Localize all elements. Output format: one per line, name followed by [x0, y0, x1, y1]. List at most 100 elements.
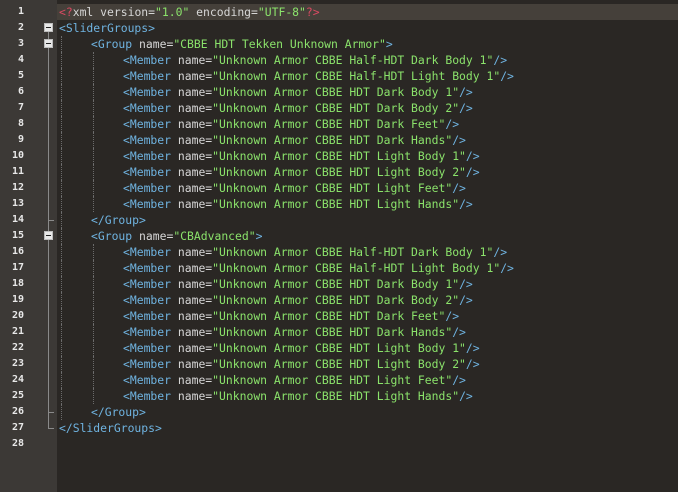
- indent-guide: [93, 116, 94, 132]
- fold-collapse-icon[interactable]: [44, 39, 53, 48]
- code-text: <?xml version="1.0" encoding="UTF-8"?>: [59, 4, 320, 20]
- token-tag: <Member: [123, 165, 178, 179]
- code-line[interactable]: 15 <Group name="CBAdvanced">: [0, 228, 678, 244]
- code-text: <Member name="Unknown Armor CBBE Half-HD…: [123, 244, 507, 260]
- code-text: <Member name="Unknown Armor CBBE HDT Lig…: [123, 196, 473, 212]
- token-val: "UTF-8": [257, 5, 306, 19]
- code-text: <Member name="Unknown Armor CBBE HDT Lig…: [123, 388, 473, 404]
- token-tag: <Member: [123, 69, 178, 83]
- code-line[interactable]: 7 <Member name="Unknown Armor CBBE HDT Da…: [0, 100, 678, 116]
- indent-guide: [93, 276, 94, 292]
- fold-end-marker: [48, 404, 54, 413]
- indent-guide: [61, 340, 62, 356]
- code-line[interactable]: 21 <Member name="Unknown Armor CBBE HDT D…: [0, 324, 678, 340]
- code-line[interactable]: 16 <Member name="Unknown Armor CBBE Half-…: [0, 244, 678, 260]
- token-tag: <Member: [123, 293, 178, 307]
- line-number: 18: [11, 278, 24, 289]
- indent-guide: [93, 260, 94, 276]
- line-number: 25: [11, 390, 24, 401]
- fold-collapse-icon[interactable]: [44, 231, 53, 240]
- token-tag: <Member: [123, 373, 178, 387]
- indent-guide: [61, 388, 62, 404]
- indent-guide: [61, 164, 62, 180]
- code-line[interactable]: 28: [0, 436, 678, 452]
- code-line[interactable]: 5 <Member name="Unknown Armor CBBE Half-H…: [0, 68, 678, 84]
- token-val: "CBBE HDT Tekken Unknown Armor": [173, 37, 386, 51]
- code-editor[interactable]: 1 <?xml version="1.0" encoding="UTF-8"?> 2…: [0, 0, 678, 492]
- code-line[interactable]: 20 <Member name="Unknown Armor CBBE HDT D…: [0, 308, 678, 324]
- token-attr: encoding=: [189, 5, 258, 19]
- indent-guide: [61, 52, 62, 68]
- line-number: 23: [11, 358, 24, 369]
- code-line[interactable]: 14 </Group>: [0, 212, 678, 228]
- code-text: <SliderGroups>: [59, 20, 155, 36]
- code-line[interactable]: 26 </Group>: [0, 404, 678, 420]
- token-val: "Unknown Armor CBBE HDT Light Body 1": [212, 149, 466, 163]
- code-line[interactable]: 3 <Group name="CBBE HDT Tekken Unknown Ar…: [0, 36, 678, 52]
- token-tag: <Member: [123, 357, 178, 371]
- code-line[interactable]: 24 <Member name="Unknown Armor CBBE HDT L…: [0, 372, 678, 388]
- code-line[interactable]: 22 <Member name="Unknown Armor CBBE HDT L…: [0, 340, 678, 356]
- code-text: </SliderGroups>: [59, 420, 162, 436]
- code-line[interactable]: 9 <Member name="Unknown Armor CBBE HDT Da…: [0, 132, 678, 148]
- indent-guide: [61, 68, 62, 84]
- code-line[interactable]: 2 <SliderGroups>: [0, 20, 678, 36]
- code-text: <Member name="Unknown Armor CBBE HDT Dar…: [123, 324, 466, 340]
- code-line[interactable]: 4 <Member name="Unknown Armor CBBE Half-H…: [0, 52, 678, 68]
- code-line[interactable]: 18 <Member name="Unknown Armor CBBE HDT D…: [0, 276, 678, 292]
- code-line[interactable]: 23 <Member name="Unknown Armor CBBE HDT L…: [0, 356, 678, 372]
- indent-guide: [93, 340, 94, 356]
- token-val: "CBAdvanced": [173, 229, 256, 243]
- code-text: <Member name="Unknown Armor CBBE HDT Lig…: [123, 180, 466, 196]
- token-val: "1.0": [155, 5, 190, 19]
- code-line[interactable]: 8 <Member name="Unknown Armor CBBE HDT Da…: [0, 116, 678, 132]
- token-pi: ?>: [305, 5, 320, 19]
- code-line[interactable]: 13 <Member name="Unknown Armor CBBE HDT L…: [0, 196, 678, 212]
- indent-guide: [61, 84, 62, 100]
- line-number: 21: [11, 326, 24, 337]
- token-attr: name=: [177, 197, 213, 211]
- token-attr: name=: [177, 341, 213, 355]
- code-line[interactable]: 17 <Member name="Unknown Armor CBBE Half-…: [0, 260, 678, 276]
- token-tag: />: [459, 101, 473, 115]
- token-val: "Unknown Armor CBBE HDT Light Hands": [212, 197, 460, 211]
- token-attr: name=: [177, 133, 213, 147]
- code-line[interactable]: 25 <Member name="Unknown Armor CBBE HDT L…: [0, 388, 678, 404]
- code-line[interactable]: 6 <Member name="Unknown Armor CBBE HDT Da…: [0, 84, 678, 100]
- code-text: <Member name="Unknown Armor CBBE Half-HD…: [123, 260, 514, 276]
- code-line[interactable]: 1 <?xml version="1.0" encoding="UTF-8"?>: [0, 4, 678, 20]
- token-val: "Unknown Armor CBBE HDT Dark Hands": [212, 133, 453, 147]
- line-number: 27: [11, 422, 24, 433]
- fold-collapse-icon[interactable]: [44, 23, 53, 32]
- token-attr: xml version=: [72, 5, 156, 19]
- token-val: "Unknown Armor CBBE HDT Dark Feet": [212, 117, 446, 131]
- indent-guide: [61, 116, 62, 132]
- token-val: "Unknown Armor CBBE HDT Light Feet": [212, 181, 453, 195]
- line-number: 9: [17, 134, 24, 145]
- line-number: 10: [11, 150, 24, 161]
- code-text: <Member name="Unknown Armor CBBE HDT Dar…: [123, 308, 459, 324]
- token-tag: <Member: [123, 149, 178, 163]
- code-line[interactable]: 10 <Member name="Unknown Armor CBBE HDT L…: [0, 148, 678, 164]
- code-line[interactable]: 19 <Member name="Unknown Armor CBBE HDT D…: [0, 292, 678, 308]
- token-tag: <Group: [91, 229, 140, 243]
- indent-guide: [61, 132, 62, 148]
- line-number: 11: [11, 166, 24, 177]
- token-tag: />: [465, 341, 480, 355]
- indent-guide: [93, 180, 94, 196]
- code-line[interactable]: 27 </SliderGroups>: [0, 420, 678, 436]
- indent-guide: [93, 308, 94, 324]
- token-val: "Unknown Armor CBBE HDT Dark Body 2": [212, 101, 460, 115]
- line-number: 16: [11, 246, 24, 257]
- code-text: <Member name="Unknown Armor CBBE HDT Lig…: [123, 356, 480, 372]
- token-pi: <?: [59, 5, 73, 19]
- token-val: "Unknown Armor CBBE HDT Light Hands": [212, 389, 460, 403]
- code-line[interactable]: 12 <Member name="Unknown Armor CBBE HDT L…: [0, 180, 678, 196]
- line-number: 14: [11, 214, 24, 225]
- line-number: 8: [17, 118, 24, 129]
- fold-end-marker: [48, 420, 54, 429]
- code-line[interactable]: 11 <Member name="Unknown Armor CBBE HDT L…: [0, 164, 678, 180]
- indent-guide: [61, 36, 62, 52]
- indent-guide: [93, 372, 94, 388]
- token-attr: name=: [177, 245, 213, 259]
